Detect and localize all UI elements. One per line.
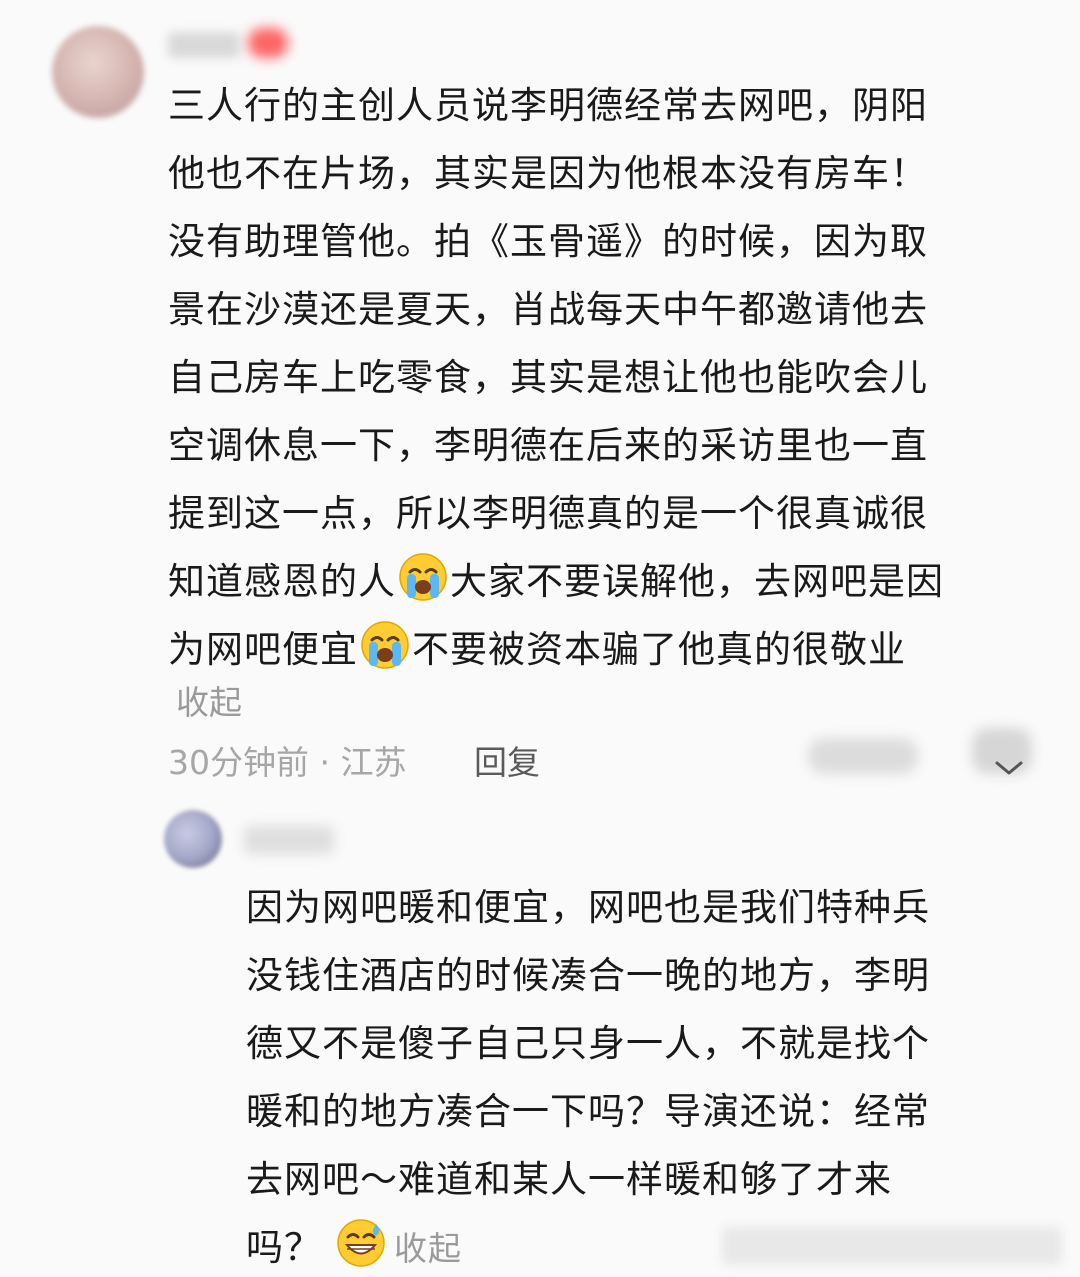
loudly-crying-face-icon <box>399 553 447 601</box>
comment-text-part1: 三人行的主创人员说李明德经常去网吧，阴阳 他也不在片场，其实是因为他根本没有房车… <box>168 84 928 603</box>
reply-button[interactable]: 回复 <box>474 736 540 784</box>
comment-text-part3: 不要被资本骗了他真的很敬业 <box>412 628 906 671</box>
chevron-down-icon[interactable] <box>994 760 1024 776</box>
username-blurred[interactable] <box>168 32 240 58</box>
user-badge <box>248 28 288 58</box>
comment-page: 三人行的主创人员说李明德经常去网吧，阴阳 他也不在片场，其实是因为他根本没有房车… <box>0 0 1080 1277</box>
reply-text-body: 因为网吧暖和便宜，网吧也是我们特种兵 没钱住酒店的时候凑合一晚的地方，李明 德又… <box>246 886 930 1269</box>
collapse-button[interactable]: 收起 <box>176 676 242 724</box>
reply-username-blurred[interactable] <box>244 826 334 854</box>
comment-text: 三人行的主创人员说李明德经常去网吧，阴阳 他也不在片场，其实是因为他根本没有房车… <box>168 72 1028 684</box>
grinning-sweat-face-icon <box>337 1219 385 1267</box>
time-location: 30分钟前 · 江苏 <box>168 743 407 782</box>
like-button-blurred[interactable] <box>808 738 918 774</box>
reply-collapse-button[interactable]: 收起 <box>394 1229 462 1268</box>
watermark-blurred <box>722 1227 1062 1265</box>
avatar[interactable] <box>52 26 144 118</box>
reply-avatar[interactable] <box>164 810 222 868</box>
loudly-crying-face-icon <box>361 621 409 669</box>
reply-text: 因为网吧暖和便宜，网吧也是我们特种兵 没钱住酒店的时候凑合一晚的地方，李明 德又… <box>246 874 1036 1277</box>
